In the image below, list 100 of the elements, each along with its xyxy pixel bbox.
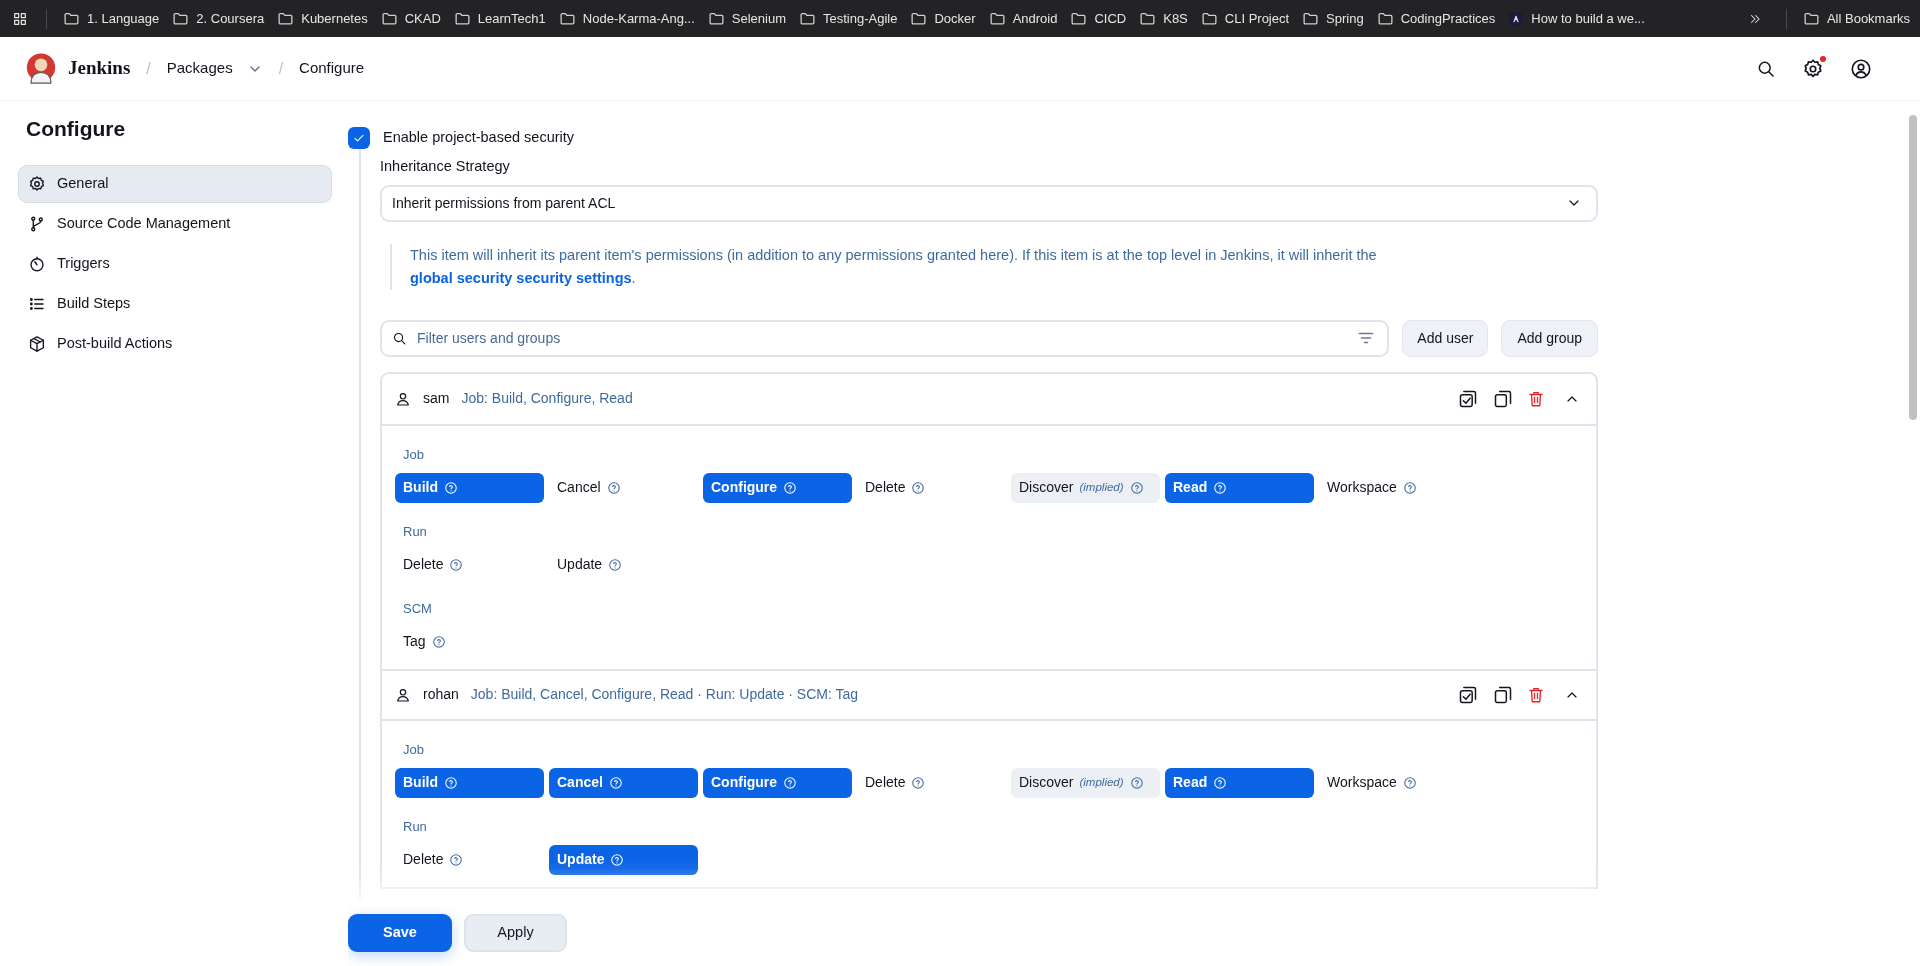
help-icon[interactable]: [1402, 480, 1417, 495]
bookmark[interactable]: 1. Language: [63, 8, 160, 29]
breadcrumb-separator: /: [146, 58, 151, 79]
select-all-icon[interactable]: [1458, 684, 1478, 705]
sidebar-item[interactable]: Post-build Actions: [18, 324, 332, 363]
add-user-button[interactable]: Add user: [1402, 319, 1489, 357]
permission-toggle[interactable]: Read: [1165, 472, 1314, 503]
permission-toggle[interactable]: Delete: [857, 472, 1006, 503]
help-icon[interactable]: [608, 557, 623, 572]
help-icon[interactable]: [449, 852, 464, 867]
folder-icon: [63, 10, 80, 27]
permission-toggle[interactable]: Discover (implied): [1011, 767, 1160, 798]
group-label: SCM: [402, 599, 432, 618]
help-icon[interactable]: [1213, 775, 1228, 790]
permission-toggle[interactable]: Workspace: [1319, 472, 1468, 503]
add-group-button[interactable]: Add group: [1501, 319, 1598, 357]
folder-icon: [707, 10, 725, 27]
implied-label: (implied): [1079, 775, 1124, 791]
select-field[interactable]: Inherit permissions from parent ACL: [380, 184, 1598, 222]
select-all-icon[interactable]: [1458, 388, 1478, 409]
scrollbar-thumb[interactable]: [1909, 115, 1917, 420]
permission-toggle[interactable]: Update: [549, 844, 698, 875]
copy-icon[interactable]: [1493, 684, 1513, 705]
bookmark[interactable]: How to build a we...: [1508, 8, 1645, 29]
help-icon[interactable]: [606, 480, 621, 495]
group-label: Run: [402, 522, 427, 541]
bookmark[interactable]: CodingPractices: [1376, 8, 1496, 29]
bookmark[interactable]: Android: [988, 8, 1058, 29]
help-icon[interactable]: [1129, 480, 1144, 495]
copy-icon[interactable]: [1493, 388, 1513, 409]
permission-toggle[interactable]: Delete: [395, 549, 544, 580]
trash-icon[interactable]: [1527, 685, 1545, 704]
save-button[interactable]: Save: [348, 914, 452, 952]
folder-icon: [172, 10, 190, 27]
filter-field[interactable]: Filter users and groups: [380, 319, 1390, 357]
bookmark[interactable]: CICD: [1070, 8, 1127, 29]
bookmark[interactable]: All Bookmarks: [1802, 8, 1910, 29]
gear-icon: [28, 174, 46, 193]
bookmark[interactable]: K8S: [1139, 8, 1188, 29]
bookmark[interactable]: Selenium: [707, 8, 786, 29]
sidebar-item[interactable]: Triggers: [18, 244, 332, 283]
bookmark[interactable]: Node-Karma-Ang...: [558, 8, 695, 29]
permission-toggle[interactable]: Build: [395, 472, 544, 503]
permission-toggle[interactable]: Cancel: [549, 767, 698, 798]
user-name: rohan: [423, 685, 459, 705]
user-account-icon[interactable]: [1850, 57, 1872, 80]
app-name[interactable]: Jenkins: [68, 54, 131, 83]
permission-toggle[interactable]: Discover (implied): [1011, 472, 1160, 503]
settings-icon[interactable]: [1802, 57, 1824, 80]
help-icon[interactable]: [911, 480, 926, 495]
permission-toggle[interactable]: Read: [1165, 767, 1314, 798]
permission-toggle[interactable]: Tag: [395, 626, 544, 657]
apps-grid-icon[interactable]: [12, 10, 28, 27]
timer-icon: [28, 254, 46, 273]
help-icon[interactable]: [1129, 775, 1144, 790]
help-icon[interactable]: [1402, 775, 1417, 790]
site-icon: [1508, 10, 1525, 27]
bookmark[interactable]: Spring: [1302, 8, 1364, 29]
permission-toggle[interactable]: Cancel: [549, 472, 698, 503]
permission-toggle[interactable]: Configure: [703, 472, 852, 503]
help-icon[interactable]: [608, 775, 623, 790]
permission-toggle[interactable]: Update: [549, 549, 698, 580]
help-icon[interactable]: [911, 775, 926, 790]
breadcrumb-link[interactable]: Configure: [299, 57, 365, 80]
permission-summary: Job: Build, Cancel, Configure, Read · Run: Update · SCM: Tag: [470, 685, 859, 705]
help-icon[interactable]: [449, 557, 464, 572]
permission-toggle[interactable]: Configure: [703, 767, 852, 798]
sidebar-item[interactable]: General: [18, 164, 332, 203]
permission-toggle[interactable]: Delete: [395, 844, 544, 875]
person-icon: [395, 686, 411, 703]
help-icon[interactable]: [1213, 480, 1228, 495]
folder-icon: [1376, 10, 1394, 27]
breadcrumb-link[interactable]: Packages: [166, 57, 233, 80]
bookmark[interactable]: 2. Coursera: [172, 8, 265, 29]
folder-icon: [277, 10, 295, 27]
filter-input[interactable]: Filter users and groups: [417, 327, 1348, 349]
bookmark[interactable]: LearnTech1: [453, 8, 546, 29]
help-icon[interactable]: [783, 480, 798, 495]
permission-toggle[interactable]: Build: [395, 767, 544, 798]
info-note: This item will inherit its parent item's permissions (in addition to any permissions granted here). If this item is at the top level in Jenkins, it will inherit the global security security settings.: [410, 245, 1378, 288]
sidebar-item[interactable]: Build Steps: [18, 284, 332, 323]
bookmark[interactable]: Kubernetes: [277, 8, 368, 29]
help-icon[interactable]: [783, 775, 798, 790]
field-label: Inheritance Strategy: [380, 157, 511, 176]
apply-button[interactable]: Apply: [464, 914, 567, 952]
bookmark[interactable]: CLI Project: [1200, 8, 1290, 29]
permission-toggle[interactable]: Delete: [857, 767, 1006, 798]
link[interactable]: global security security settings: [410, 269, 632, 286]
trash-icon[interactable]: [1527, 389, 1545, 408]
page-title: Configure: [25, 116, 127, 142]
bookmark[interactable]: Docker: [910, 8, 976, 29]
bookmark[interactable]: Testing-Agile: [799, 8, 898, 29]
package-icon: [28, 334, 46, 353]
permission-summary: Job: Build, Configure, Read: [461, 389, 633, 409]
checkbox[interactable]: [348, 127, 370, 149]
permission-toggle[interactable]: Workspace: [1319, 767, 1468, 798]
folder-icon: [988, 10, 1006, 27]
help-icon[interactable]: [431, 634, 446, 649]
sidebar-item[interactable]: Source Code Management: [18, 204, 332, 243]
bookmark[interactable]: CKAD: [380, 8, 441, 29]
